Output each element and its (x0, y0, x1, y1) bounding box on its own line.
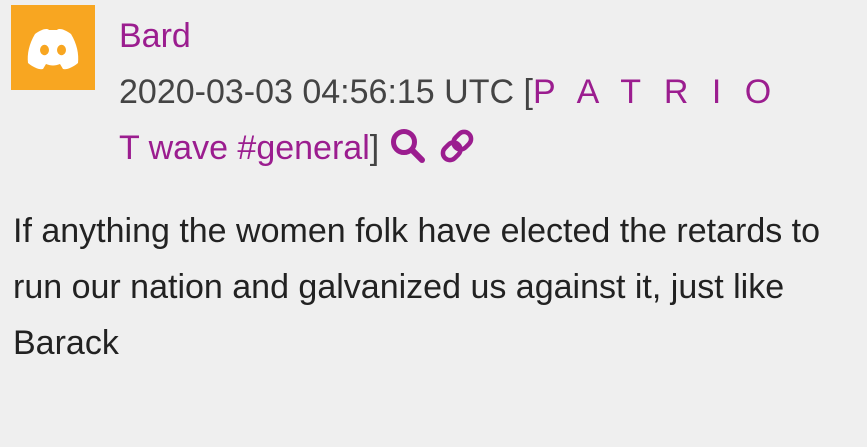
message-body: If anything the women folk have elected … (13, 212, 821, 362)
link-icon[interactable] (437, 127, 477, 165)
bracket-close: ] (369, 129, 380, 167)
bracket-open: [ (523, 73, 533, 111)
search-icon[interactable] (389, 127, 427, 165)
post-timestamp: 2020-03-03 04:56:15 UTC (119, 73, 515, 111)
discord-logo-icon (11, 5, 95, 90)
channel-name-spaced: P A T R I O (532, 73, 779, 111)
post-header: Bard 2020-03-03 04:56:15 UTC [P A T R I … (119, 8, 839, 176)
channel-name-rest: T wave #general (119, 129, 370, 167)
author-name-link[interactable]: Bard (119, 8, 839, 64)
message-post: Bard 2020-03-03 04:56:15 UTC [P A T R I … (0, 0, 867, 447)
